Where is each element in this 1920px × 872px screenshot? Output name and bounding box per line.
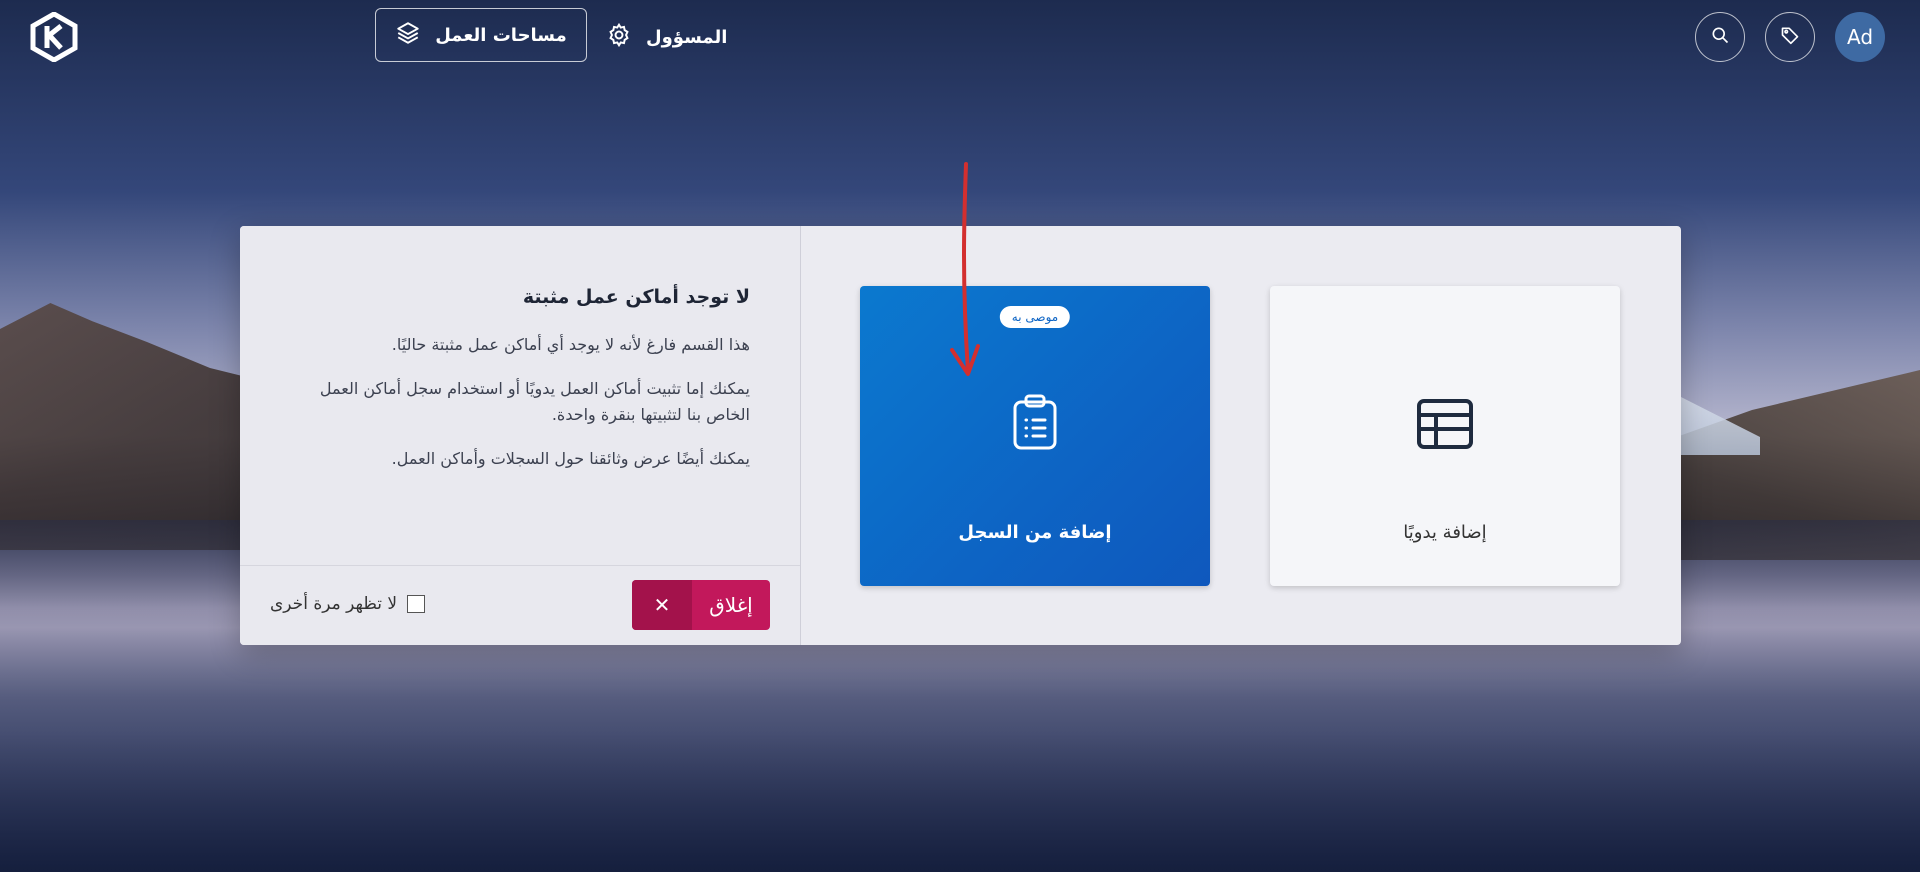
admin-menu[interactable]: المسؤول: [606, 20, 727, 54]
table-icon: [1416, 398, 1474, 454]
workspaces-button[interactable]: مساحات العمل: [375, 8, 587, 62]
avatar[interactable]: Ad: [1835, 12, 1885, 62]
info-paragraph: يمكنك أيضًا عرض وثائقنا حول السجلات وأما…: [391, 449, 750, 468]
dont-show-checkbox[interactable]: [407, 595, 426, 613]
clipboard-list-icon: [1012, 394, 1058, 454]
annotation-arrow: [950, 162, 980, 376]
top-bar: مساحات العمل المسؤول Ad: [0, 0, 1920, 74]
workspaces-label: مساحات العمل: [435, 24, 567, 46]
info-body: لا توجد أماكن عمل مثبتة هذا القسم فارغ ل…: [300, 286, 750, 490]
info-title: لا توجد أماكن عمل مثبتة: [522, 286, 750, 308]
info-section: لا توجد أماكن عمل مثبتة هذا القسم فارغ ل…: [240, 226, 801, 645]
recommended-badge: موصى به: [999, 306, 1071, 328]
layers-icon: [395, 20, 421, 51]
app-logo-icon[interactable]: [30, 11, 78, 63]
search-icon: [1710, 25, 1730, 49]
add-manually-label: إضافة يدويًا: [1403, 522, 1487, 543]
info-paragraph: هذا القسم فارغ لأنه لا يوجد أي أماكن عمل…: [391, 335, 750, 354]
tags-button[interactable]: [1765, 12, 1815, 62]
dont-show-label: لا تظهر مرة أخرى: [270, 594, 398, 614]
add-manually-card[interactable]: إضافة يدويًا: [1270, 286, 1620, 586]
admin-label: المسؤول: [646, 26, 728, 48]
info-paragraph: يمكنك إما تثبيت أماكن العمل يدويًا أو اس…: [319, 379, 750, 424]
dont-show-again[interactable]: لا تظهر مرة أخرى: [270, 594, 426, 614]
gear-icon: [606, 22, 632, 53]
add-from-registry-card[interactable]: موصى به إضافة من السجل: [860, 286, 1210, 586]
add-from-registry-label: إضافة من السجل: [958, 522, 1112, 543]
search-button[interactable]: [1695, 12, 1745, 62]
tag-icon: [1780, 25, 1800, 49]
close-label: إغلاق: [709, 593, 753, 617]
close-icon: ✕: [632, 580, 692, 630]
info-footer: إغلاق ✕ لا تظهر مرة أخرى: [240, 565, 800, 645]
close-button[interactable]: إغلاق ✕: [632, 580, 770, 630]
